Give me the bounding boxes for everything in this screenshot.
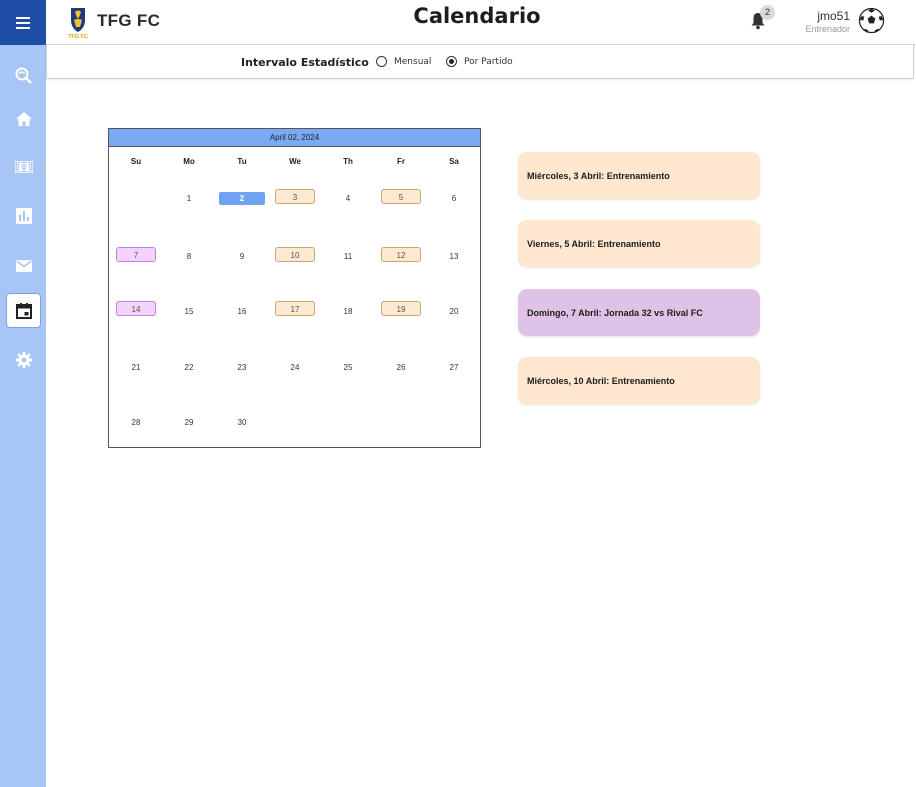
menu-button[interactable]	[0, 0, 46, 45]
weekday-label: Th	[343, 157, 353, 166]
radio-circle-checked	[446, 56, 457, 67]
calendar-day[interactable]: 1	[169, 194, 209, 203]
calendar-day[interactable]: 20	[434, 307, 474, 316]
page-title: Calendario	[413, 4, 541, 28]
avatar-soccer-ball-icon[interactable]	[858, 7, 885, 34]
logo-caption: TFG FC	[68, 34, 88, 40]
radio-por-partido[interactable]: Por Partido	[446, 56, 513, 67]
calendar-day[interactable]: 24	[275, 363, 315, 372]
calendar-day[interactable]: 29	[169, 418, 209, 427]
calendar-day[interactable]: 26	[381, 363, 421, 372]
calendar-day[interactable]: 6	[434, 194, 474, 203]
weekday-label: Su	[130, 157, 142, 166]
calendar-day[interactable]: 13	[434, 252, 474, 261]
calendar-day[interactable]: 25	[328, 363, 368, 372]
calendar-day-training[interactable]: 12	[381, 247, 421, 262]
home-icon	[15, 111, 32, 126]
calendar: April 02, 2024 Su Mo Tu We Th Fr Sa 1 2 3 4 5 6 7 8 9 10…	[108, 128, 481, 448]
sidebar-item-stats[interactable]	[7, 199, 40, 232]
sidebar-item-home[interactable]	[7, 102, 40, 135]
event-card-training[interactable]: Miércoles, 10 Abril: Entrenamiento	[518, 357, 760, 404]
calendar-day-training[interactable]: 3	[275, 189, 315, 204]
settings-icon	[15, 351, 32, 368]
weekday-label: We	[289, 157, 301, 166]
stats-interval-bar: Intervalo Estadístico Mensual Por Partid…	[46, 45, 914, 79]
calendar-day[interactable]: 9	[222, 252, 262, 261]
calendar-day[interactable]: 4	[328, 194, 368, 203]
calendar-day-training[interactable]: 17	[275, 301, 315, 316]
calendar-day[interactable]: 15	[169, 307, 209, 316]
sidebar-item-search[interactable]	[7, 59, 40, 92]
weekday-label: Mo	[183, 157, 195, 166]
mail-icon	[15, 259, 32, 272]
calendar-icon	[15, 302, 32, 319]
calendar-day[interactable]: 21	[116, 363, 156, 372]
calendar-day[interactable]: 27	[434, 363, 474, 372]
bar-chart-icon	[15, 207, 32, 224]
sidebar	[0, 0, 46, 787]
top-header: TFG FC TFG FC Calendario 2 jmo51 Entrena…	[46, 0, 916, 45]
notification-badge: 2	[760, 5, 775, 20]
search-icon	[15, 67, 32, 84]
user-role: Entrenador	[805, 24, 850, 34]
calendar-day-training[interactable]: 10	[275, 247, 315, 262]
event-card-training[interactable]: Viernes, 5 Abril: Entrenamiento	[518, 220, 760, 267]
sidebar-item-calendar[interactable]	[7, 294, 40, 327]
user-name: jmo51	[817, 9, 850, 23]
sidebar-item-mail[interactable]	[7, 249, 40, 282]
calendar-month-header[interactable]: April 02, 2024	[109, 129, 480, 147]
calendar-day-match[interactable]: 14	[116, 301, 156, 316]
event-card-training[interactable]: Miércoles, 3 Abril: Entrenamiento	[518, 152, 760, 199]
calendar-day-training[interactable]: 19	[381, 301, 421, 316]
calendar-day-training[interactable]: 5	[381, 189, 421, 204]
calendar-day-today[interactable]: 2	[219, 192, 265, 205]
weekday-label: Tu	[237, 157, 247, 166]
weekday-label: Fr	[397, 157, 405, 166]
radio-label: Mensual	[394, 56, 432, 67]
calendar-day[interactable]: 8	[169, 252, 209, 261]
calendar-day[interactable]: 18	[328, 307, 368, 316]
field-icon	[14, 160, 33, 173]
calendar-day[interactable]: 16	[222, 307, 262, 316]
event-card-match[interactable]: Domingo, 7 Abril: Jornada 32 vs Rival FC	[518, 289, 760, 336]
calendar-day-match[interactable]: 7	[116, 247, 156, 262]
sidebar-item-field[interactable]	[7, 150, 40, 183]
calendar-day[interactable]: 30	[222, 418, 262, 427]
filter-label: Intervalo Estadístico	[241, 56, 369, 69]
calendar-day[interactable]: 23	[222, 363, 262, 372]
weekday-label: Sa	[449, 157, 459, 166]
calendar-day[interactable]: 11	[328, 252, 368, 261]
sidebar-item-settings[interactable]	[7, 343, 40, 376]
radio-circle	[376, 56, 387, 67]
hamburger-icon	[16, 16, 30, 29]
calendar-day[interactable]: 22	[169, 363, 209, 372]
calendar-day[interactable]: 28	[116, 418, 156, 427]
radio-mensual[interactable]: Mensual	[376, 56, 431, 67]
radio-label: Por Partido	[464, 56, 513, 67]
